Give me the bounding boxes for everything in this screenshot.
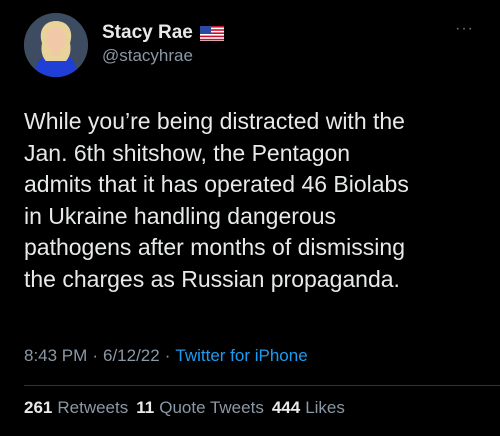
tweet-line: admits that it has operated 46 Biolabs xyxy=(24,171,409,197)
likes-count: 444 xyxy=(271,398,301,417)
tweet-time[interactable]: 8:43 PM xyxy=(24,346,87,366)
tweet-date[interactable]: 6/12/22 xyxy=(103,346,160,366)
tweet-meta: 8:43 PM · 6/12/22 · Twitter for iPhone xyxy=(24,346,308,366)
divider xyxy=(24,385,500,386)
retweets-label: Retweets xyxy=(57,398,129,417)
tweet-line: the charges as Russian propaganda. xyxy=(24,265,400,292)
meta-separator: · xyxy=(164,346,171,365)
author-name[interactable]: Stacy Rae xyxy=(102,22,193,44)
retweets-stat[interactable]: 261 Retweets xyxy=(24,398,128,418)
tweet-line: in Ukraine handling dangerous xyxy=(24,202,336,229)
quote-tweets-count: 11 xyxy=(136,398,155,417)
tweet-source-link[interactable]: Twitter for iPhone xyxy=(175,346,307,366)
tweet-text: While you’re being distracted with the J… xyxy=(24,106,494,295)
author-handle[interactable]: @stacyhrae xyxy=(102,46,193,66)
tweet-line: pathogens after months of dismissing xyxy=(24,234,405,260)
retweets-count: 261 xyxy=(24,398,53,417)
tweet-line: Jan. 6th shitshow, the Pentagon xyxy=(24,139,351,166)
us-flag-icon xyxy=(199,25,224,41)
author-name-row[interactable]: Stacy Rae xyxy=(102,20,224,46)
tweet-line: While you’re being distracted with the xyxy=(24,108,405,134)
avatar[interactable] xyxy=(24,13,88,77)
engagement-stats: 261 Retweets 11 Quote Tweets 444 Likes xyxy=(24,398,351,418)
quote-tweets-stat[interactable]: 11 Quote Tweets xyxy=(136,398,264,418)
likes-label: Likes xyxy=(305,398,345,417)
tweet: Stacy Rae @stacyhrae ··· While you’re be… xyxy=(0,0,500,436)
quote-tweets-label: Quote Tweets xyxy=(159,398,264,417)
avatar-image xyxy=(24,13,88,77)
likes-stat[interactable]: 444 Likes xyxy=(272,398,345,418)
more-options-icon[interactable]: ··· xyxy=(455,20,474,38)
meta-separator: · xyxy=(92,346,98,365)
